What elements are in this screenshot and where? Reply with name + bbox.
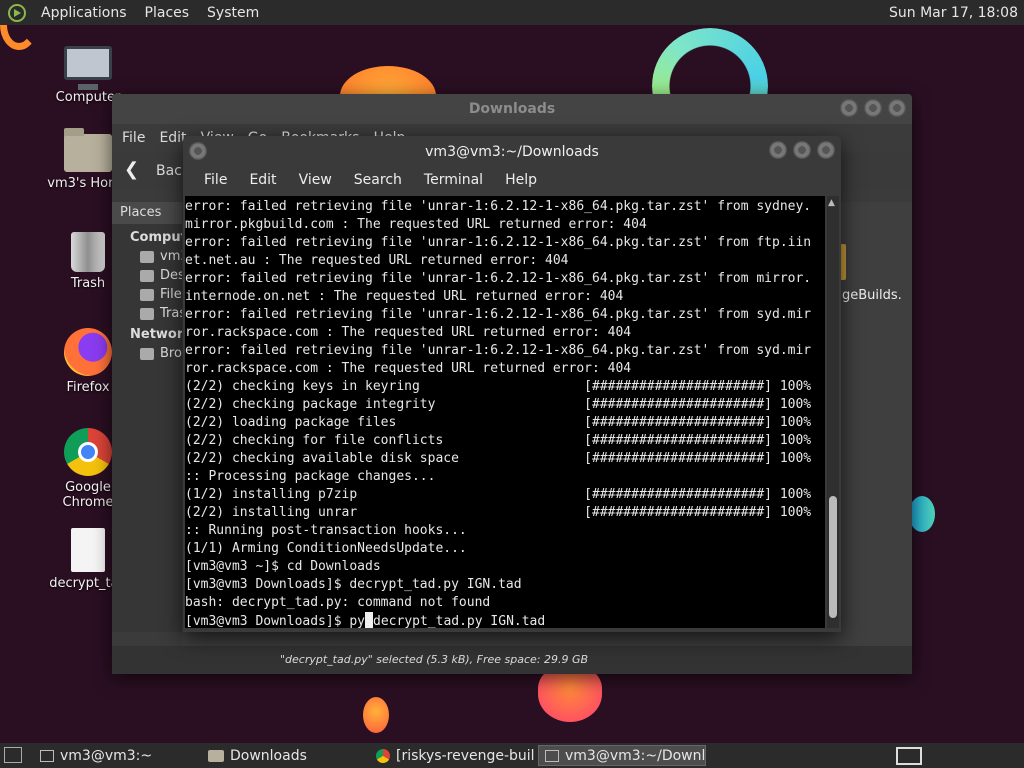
terminal-line: :: Processing package changes... [185, 469, 436, 484]
file-manager-sidebar: Places Computer vm3 Desktop File System … [112, 202, 266, 632]
menu-applications[interactable]: Applications [32, 5, 136, 21]
file-item-label[interactable]: geBuilds. [842, 288, 902, 303]
trash-icon [140, 307, 154, 320]
menu-places[interactable]: Places [136, 5, 199, 21]
chrome-icon [64, 428, 112, 476]
show-desktop-icon[interactable] [4, 747, 22, 763]
network-icon [140, 347, 154, 360]
prompt-text: [vm3@vm3 Downloads]$ py [185, 614, 366, 628]
close-icon[interactable] [888, 99, 906, 117]
term-menu-help[interactable]: Help [494, 172, 548, 188]
terminal-line: :: Running post-transaction hooks... [185, 523, 467, 538]
window-title: Downloads [468, 101, 556, 117]
terminal-menubar: File Edit View Search Terminal Help [183, 166, 841, 194]
file-icon [71, 528, 105, 572]
task-label: Downloads [230, 747, 307, 764]
terminal-line: [vm3@vm3 Downloads]$ decrypt_tad.py IGN.… [185, 577, 522, 592]
desktop-icon [140, 269, 154, 282]
task-terminal-downloads[interactable]: vm3@vm3:~/Downl... [538, 745, 706, 766]
computer-icon [64, 46, 112, 80]
text-cursor [365, 612, 374, 628]
term-menu-search[interactable]: Search [343, 172, 413, 188]
terminal-line: internode.on.net : The requested URL ret… [185, 289, 624, 304]
terminal-icon [545, 749, 559, 762]
fm-menu-file[interactable]: File [122, 130, 145, 146]
terminal-line: error: failed retrieving file 'unrar-1:6… [185, 307, 812, 322]
wallpaper-blob [909, 496, 935, 532]
terminal-scrollbar[interactable]: ▲ [827, 196, 839, 628]
terminal-titlebar[interactable]: vm3@vm3:~/Downloads [183, 136, 841, 166]
wallpaper-blob [538, 666, 602, 722]
terminal-line: bash: decrypt_tad.py: command not found [185, 595, 491, 610]
term-menu-edit[interactable]: Edit [238, 172, 287, 188]
window-menu-icon[interactable] [189, 142, 207, 160]
minimize-icon[interactable] [769, 141, 787, 159]
term-menu-terminal[interactable]: Terminal [413, 172, 494, 188]
terminal-line: error: failed retrieving file 'unrar-1:6… [185, 343, 812, 358]
terminal-line: (2/2) checking available disk space [###… [185, 451, 812, 466]
wallpaper-blob [363, 697, 389, 733]
sidebar-item-desktop[interactable]: Desktop [112, 264, 214, 283]
top-panel: Applications Places System Sun Mar 17, 1… [0, 0, 1024, 25]
folder-icon [208, 749, 224, 762]
distro-logo-icon[interactable] [8, 3, 26, 22]
sidebar-section-network: Network [130, 327, 192, 342]
term-menu-file[interactable]: File [193, 172, 238, 188]
task-chrome[interactable]: [riskys-revenge-buil... [370, 745, 534, 766]
scroll-up-icon[interactable]: ▲ [828, 198, 835, 208]
terminal-line: ror.rackspace.com : The requested URL re… [185, 325, 632, 340]
terminal-line: (1/2) installing p7zip [################… [185, 487, 812, 502]
trash-icon [71, 232, 105, 272]
close-icon[interactable] [817, 141, 835, 159]
task-terminal-home[interactable]: vm3@vm3:~ [34, 745, 198, 766]
terminal-line: (1/1) Arming ConditionNeedsUpdate... [185, 541, 467, 556]
terminal-prompt-line[interactable]: [vm3@vm3 Downloads]$ py decrypt_tad.py IG… [185, 612, 825, 628]
terminal-window[interactable]: vm3@vm3:~/Downloads File Edit View Searc… [183, 136, 841, 632]
terminal-line: [vm3@vm3 ~]$ cd Downloads [185, 559, 381, 574]
home-folder-icon [64, 128, 112, 172]
home-icon [140, 250, 154, 263]
terminal-line: mirror.pkgbuild.com : The requested URL … [185, 217, 647, 232]
task-label: [riskys-revenge-buil... [396, 747, 534, 764]
terminal-line: (2/2) installing unrar [################… [185, 505, 812, 520]
prompt-text: decrypt_tad.py IGN.tad [373, 614, 546, 628]
terminal-line: (2/2) checking for file conflicts [#####… [185, 433, 812, 448]
file-manager-titlebar[interactable]: Downloads [112, 94, 912, 124]
terminal-line: error: failed retrieving file 'unrar-1:6… [185, 199, 812, 214]
workspace-switcher[interactable] [896, 747, 922, 765]
sidebar-item-home[interactable]: vm3 [112, 245, 189, 264]
back-arrow-icon[interactable] [124, 159, 144, 181]
menu-system[interactable]: System [198, 5, 268, 21]
task-label: vm3@vm3:~/Downl... [565, 747, 706, 764]
task-downloads[interactable]: Downloads [202, 745, 366, 766]
sidebar-item-browse-network[interactable]: Browse Network [112, 342, 266, 361]
chrome-icon [376, 748, 390, 763]
terminal-output[interactable]: error: failed retrieving file 'unrar-1:6… [185, 196, 825, 628]
scrollbar-thumb[interactable] [829, 496, 837, 618]
places-dropdown[interactable]: Places [112, 202, 182, 224]
terminal-line: et.net.au : The requested URL returned e… [185, 253, 569, 268]
terminal-line: (2/2) loading package files [###########… [185, 415, 812, 430]
drive-icon [140, 288, 154, 301]
terminal-lines: error: failed retrieving file 'unrar-1:6… [185, 196, 825, 628]
terminal-line: error: failed retrieving file 'unrar-1:6… [185, 235, 812, 250]
terminal-line: (2/2) checking package integrity [######… [185, 397, 812, 412]
panel-clock[interactable]: Sun Mar 17, 18:08 [889, 5, 1024, 21]
window-title: vm3@vm3:~/Downloads [425, 144, 599, 160]
terminal-line: ror.rackspace.com : The requested URL re… [185, 361, 632, 376]
bottom-taskbar: vm3@vm3:~ Downloads [riskys-revenge-buil… [0, 743, 1024, 768]
minimize-icon[interactable] [840, 99, 858, 117]
term-menu-view[interactable]: View [288, 172, 343, 188]
terminal-line: (2/2) checking keys in keyring [########… [185, 379, 812, 394]
terminal-line: error: failed retrieving file 'unrar-1:6… [185, 271, 812, 286]
maximize-icon[interactable] [793, 141, 811, 159]
firefox-icon [64, 328, 112, 376]
sidebar-item-trash[interactable]: Trash [112, 302, 194, 321]
maximize-icon[interactable] [864, 99, 882, 117]
task-label: vm3@vm3:~ [60, 747, 153, 764]
status-bar: "decrypt_tad.py" selected (5.3 kB), Free… [112, 646, 912, 674]
terminal-icon [40, 749, 54, 762]
sidebar-section-computer: Computer [130, 230, 203, 245]
sidebar-item-filesystem[interactable]: File System [112, 283, 234, 302]
